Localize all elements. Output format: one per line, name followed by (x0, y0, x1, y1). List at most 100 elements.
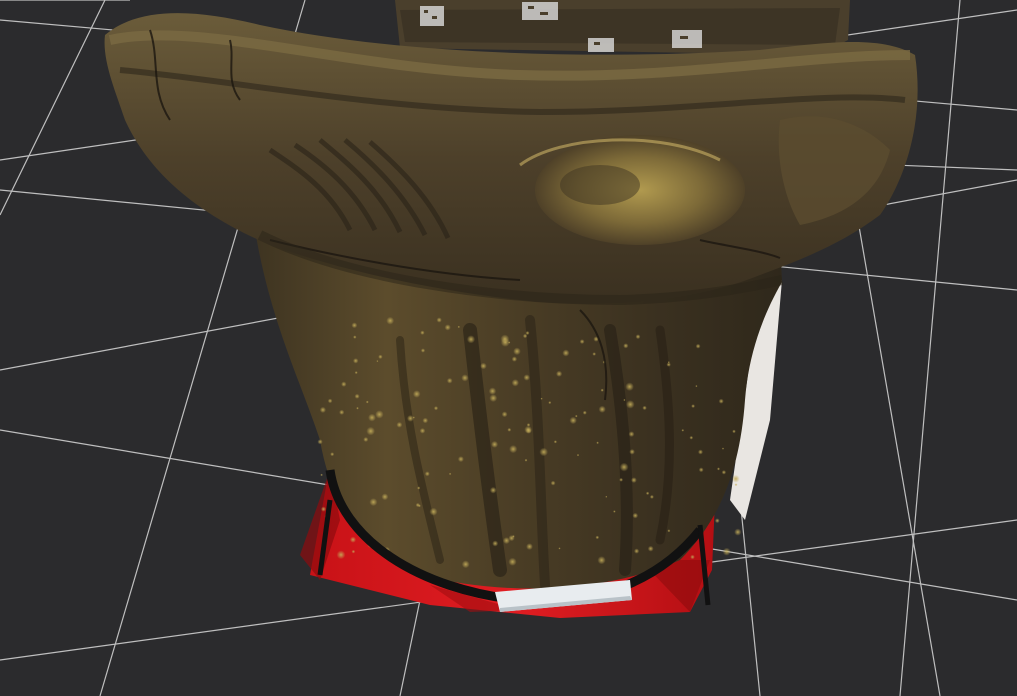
speckle (619, 477, 623, 482)
speckle (619, 462, 629, 472)
speckle (576, 453, 580, 457)
speckle (666, 362, 671, 367)
speckle (522, 333, 528, 339)
speckle (579, 339, 585, 344)
speckle (503, 537, 510, 545)
speckle (353, 335, 357, 339)
speckle (365, 400, 369, 404)
speckle (632, 512, 639, 519)
speckle (366, 426, 376, 436)
speckle (513, 347, 521, 356)
speckle (550, 480, 556, 486)
speckle (420, 348, 426, 353)
speckle (626, 400, 635, 409)
speckle (714, 518, 720, 524)
speckle (419, 428, 426, 434)
speckle (417, 486, 421, 490)
speckle (512, 535, 515, 538)
speckle (500, 334, 510, 344)
speckle (327, 398, 333, 404)
speckle (695, 343, 701, 349)
speckle (508, 557, 517, 566)
scene-canvas[interactable] (0, 0, 1017, 696)
speckle (461, 560, 470, 569)
speckle (457, 456, 464, 463)
speckle (732, 429, 736, 434)
speckle (623, 398, 626, 402)
speckle (647, 545, 654, 552)
speckle (734, 528, 742, 536)
speckle (489, 486, 497, 494)
speckle (698, 449, 703, 455)
speckle (354, 393, 360, 399)
speckle (330, 452, 335, 457)
speckle (429, 507, 438, 516)
speckle (501, 411, 508, 418)
speckle (695, 385, 698, 388)
speckle (634, 548, 640, 554)
speckle (623, 343, 629, 349)
speckle (457, 325, 460, 329)
speckle (466, 335, 476, 344)
speckle (339, 409, 345, 415)
speckle (717, 467, 720, 471)
speckle (582, 410, 587, 415)
speckle (524, 458, 528, 462)
speckle (412, 416, 415, 419)
speckle (351, 549, 356, 554)
speckle (353, 358, 359, 364)
speckle (642, 405, 647, 411)
speckle (598, 405, 606, 413)
speckle (320, 473, 323, 477)
speckle (336, 550, 346, 560)
speckle (592, 352, 596, 356)
speckle (569, 416, 577, 425)
speckle (489, 394, 498, 402)
speckle (341, 381, 347, 387)
speckle (562, 349, 570, 357)
speckle (368, 413, 376, 422)
speckle (689, 435, 694, 440)
speckle (376, 360, 379, 363)
speckle (446, 377, 453, 384)
3d-model-viewport[interactable] (0, 0, 1017, 696)
speckle (600, 388, 604, 392)
speckle (734, 483, 738, 487)
speckle (649, 494, 654, 499)
speckle (631, 477, 637, 483)
speckle (356, 406, 359, 410)
speckle (444, 324, 451, 331)
speckle (698, 467, 704, 473)
grid-line (399, 599, 421, 696)
speckle (381, 493, 389, 501)
grid-line (0, 0, 106, 216)
speckle (525, 427, 532, 434)
speckle (722, 547, 731, 556)
speckle (596, 441, 599, 445)
speckle (319, 406, 326, 413)
speckle (363, 437, 369, 442)
speckle (407, 415, 414, 422)
speckle (415, 502, 420, 508)
speckle (492, 540, 499, 547)
speckle (681, 429, 685, 432)
speckle (539, 447, 548, 457)
speckle (667, 529, 671, 533)
speckle (422, 417, 429, 424)
speckle (509, 445, 518, 454)
speckle (511, 356, 518, 362)
speckle (433, 406, 439, 411)
speckle (507, 427, 512, 432)
speckle (721, 447, 725, 450)
speckle (420, 330, 425, 335)
speckle (553, 440, 558, 444)
speckle (556, 370, 563, 377)
speckle (436, 317, 442, 323)
speckle (597, 556, 606, 565)
speckle (386, 316, 395, 325)
speckle (351, 322, 358, 329)
speckle (575, 414, 578, 418)
speckle (629, 449, 635, 455)
speckle (721, 470, 727, 475)
speckle (349, 536, 357, 543)
